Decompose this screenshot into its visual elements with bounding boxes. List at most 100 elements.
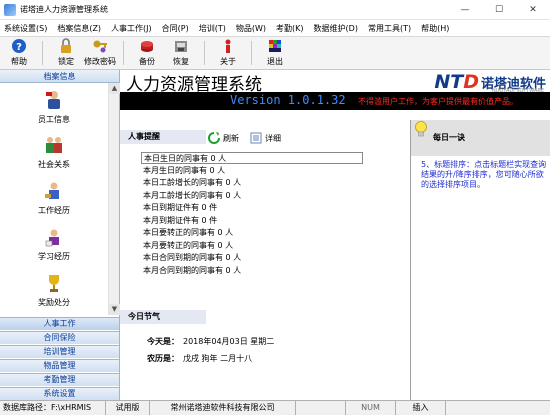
restore-button[interactable]: 恢复 (164, 37, 198, 69)
about-button[interactable]: 关于 (211, 37, 245, 69)
reminder-item[interactable]: 本日到期证件有 0 件 (141, 202, 363, 214)
sidebar-item-rewards-punishments[interactable]: 奖励处分 (0, 272, 108, 312)
company-logo: NTD 诺塔迪软件 NUOTADI SOFTWARE (434, 71, 546, 94)
num-indicator: NUM (346, 401, 396, 415)
refresh-icon (208, 132, 220, 144)
reminder-item[interactable]: 本日工龄增长的同事有 0 人 (141, 177, 363, 189)
company-name: 常州诺塔迪软件科技有限公司 (150, 401, 296, 415)
reminder-item[interactable]: 本月工龄增长的同事有 0 人 (141, 190, 363, 202)
menu-goods[interactable]: 物品(W) (236, 23, 266, 34)
status-bar: 数据库路径：F:\xHRMIS 试用版 常州诺塔迪软件科技有限公司 NUM 插入 (0, 400, 550, 415)
menu-data-maintenance[interactable]: 数据维护(D) (314, 23, 358, 34)
family-icon (43, 134, 65, 156)
today-label: 今天是： (147, 337, 179, 346)
sidebar-tab-personnel[interactable]: 人事工作 (0, 317, 119, 330)
sidebar-scrollbar[interactable]: ▲ ▼ (108, 83, 120, 315)
menu-help[interactable]: 帮助(H) (421, 23, 449, 34)
exit-icon (267, 38, 283, 54)
about-label: 关于 (220, 57, 236, 66)
svg-text:?: ? (16, 42, 22, 53)
reminder-item[interactable]: 本日合同到期的同事有 0 人 (141, 252, 363, 264)
toolbar: ? 帮助 锁定 修改密码 备份 恢复 关于 退出 (0, 36, 550, 70)
exit-label: 退出 (267, 57, 283, 66)
insert-indicator: 插入 (396, 401, 446, 415)
sidebar-tab-goods[interactable]: 物品管理 (0, 359, 119, 372)
menu-tools[interactable]: 常用工具(T) (368, 23, 411, 34)
db-path: 数据库路径：F:\xHRMIS (0, 401, 106, 415)
today-row: 今天是： 2018年04月03日 星期二 (147, 336, 274, 347)
lock-button[interactable]: 锁定 (49, 37, 83, 69)
toolbar-separator (123, 41, 124, 65)
tip-body: 5、标题排序：点击标题栏实现查询结果的升/降序排序，您可随心所欲的选择排序项目。 (421, 160, 547, 189)
menu-bar: 系统设置(S) 档案信息(Z) 人事工作(J) 合同(P) 培训(T) 物品(W… (0, 20, 550, 36)
menu-system[interactable]: 系统设置(S) (4, 23, 47, 34)
sidebar-item-list: 员工信息 社会关系 工作经历 学习经历 奖励处分 (0, 83, 108, 315)
menu-attendance[interactable]: 考勤(K) (276, 23, 304, 34)
student-icon (43, 226, 65, 248)
change-password-button[interactable]: 修改密码 (83, 37, 117, 69)
change-password-label: 修改密码 (84, 57, 116, 66)
window-title: 诺塔迪人力资源管理系统 (20, 5, 108, 14)
sidebar-item-label: 工作经历 (38, 206, 70, 215)
menu-training[interactable]: 培训(T) (199, 23, 226, 34)
sidebar-tab-contract-insurance[interactable]: 合同保险 (0, 331, 119, 344)
reminder-item[interactable]: 本日要转正的同事有 0 人 (141, 227, 363, 239)
refresh-button[interactable]: 刷新 (208, 132, 239, 144)
sidebar-tab-attendance[interactable]: 考勤管理 (0, 373, 119, 386)
today-value: 2018年04月03日 星期二 (183, 337, 275, 346)
scroll-up-icon[interactable]: ▲ (109, 83, 120, 94)
reminder-item[interactable]: 本月到期证件有 0 件 (141, 215, 363, 227)
menu-archive[interactable]: 档案信息(Z) (57, 23, 101, 34)
lock-icon (58, 38, 74, 54)
toolbar-separator (42, 41, 43, 65)
maximize-button[interactable]: ☐ (482, 0, 516, 20)
detail-button[interactable]: 详细 (250, 132, 281, 144)
backup-label: 备份 (139, 57, 155, 66)
tip-title: 每日一诀 (433, 133, 465, 142)
lock-label: 锁定 (58, 57, 74, 66)
sidebar-item-social-relations[interactable]: 社会关系 (0, 134, 108, 174)
menu-personnel[interactable]: 人事工作(J) (111, 23, 152, 34)
sidebar-item-employee-info[interactable]: 员工信息 (0, 89, 108, 129)
version-bar: Version 1.0.1.32 不得滥用户工作，为客户提供最有价值产品。 (120, 92, 550, 110)
reminder-item[interactable]: 本月生日的同事有 0 人 (141, 165, 363, 177)
scroll-down-icon[interactable]: ▼ (109, 304, 120, 315)
festival-header: 今日节气 (120, 310, 206, 324)
reminder-item[interactable]: 本日生日的同事有 0 人 (141, 152, 363, 164)
logo-ntd: NTD (434, 71, 479, 93)
help-icon: ? (11, 38, 27, 54)
help-button[interactable]: ? 帮助 (2, 37, 36, 69)
scrolling-notice: 不得滥用户工作，为客户提供最有价值产品。 (358, 97, 518, 106)
backup-button[interactable]: 备份 (130, 37, 164, 69)
sidebar-tab-system[interactable]: 系统设置 (0, 387, 119, 400)
status-empty (446, 401, 550, 415)
title-bar: 诺塔迪人力资源管理系统 — ☐ ✕ (0, 0, 550, 20)
restore-icon (173, 38, 189, 54)
sidebar: 档案信息 员工信息 社会关系 工作经历 学习经历 奖励处分 ▲ ▼ 人事工作 合… (0, 70, 120, 400)
reminder-item[interactable]: 本月合同到期的同事有 0 人 (141, 265, 363, 277)
lunar-label: 农历是： (147, 354, 179, 363)
exit-button[interactable]: 退出 (258, 37, 292, 69)
worker-icon (43, 180, 65, 202)
help-label: 帮助 (11, 57, 27, 66)
sidebar-item-label: 学习经历 (38, 252, 70, 261)
sidebar-tab-training[interactable]: 培训管理 (0, 345, 119, 358)
version-text: Version 1.0.1.32 (230, 93, 346, 107)
toolbar-separator (204, 41, 205, 65)
sidebar-item-education[interactable]: 学习经历 (0, 226, 108, 266)
key-icon (92, 38, 108, 54)
app-icon (4, 3, 16, 16)
sidebar-item-label: 员工信息 (38, 115, 70, 124)
main-content: 人事提醒 刷新 详细 本日生日的同事有 0 人 本月生日的同事有 0 人 本日工… (120, 110, 409, 400)
menu-contract[interactable]: 合同(P) (162, 23, 189, 34)
minimize-button[interactable]: — (448, 0, 482, 20)
reminder-item[interactable]: 本月要转正的同事有 0 人 (141, 240, 363, 252)
sidebar-item-work-experience[interactable]: 工作经历 (0, 180, 108, 220)
sidebar-header-archive[interactable]: 档案信息 (0, 70, 119, 83)
employee-icon (43, 89, 65, 111)
caps-indicator (296, 401, 346, 415)
reminders-header: 人事提醒 (120, 130, 206, 144)
backup-icon (139, 38, 155, 54)
trophy-icon (43, 272, 65, 294)
close-button[interactable]: ✕ (516, 0, 550, 20)
